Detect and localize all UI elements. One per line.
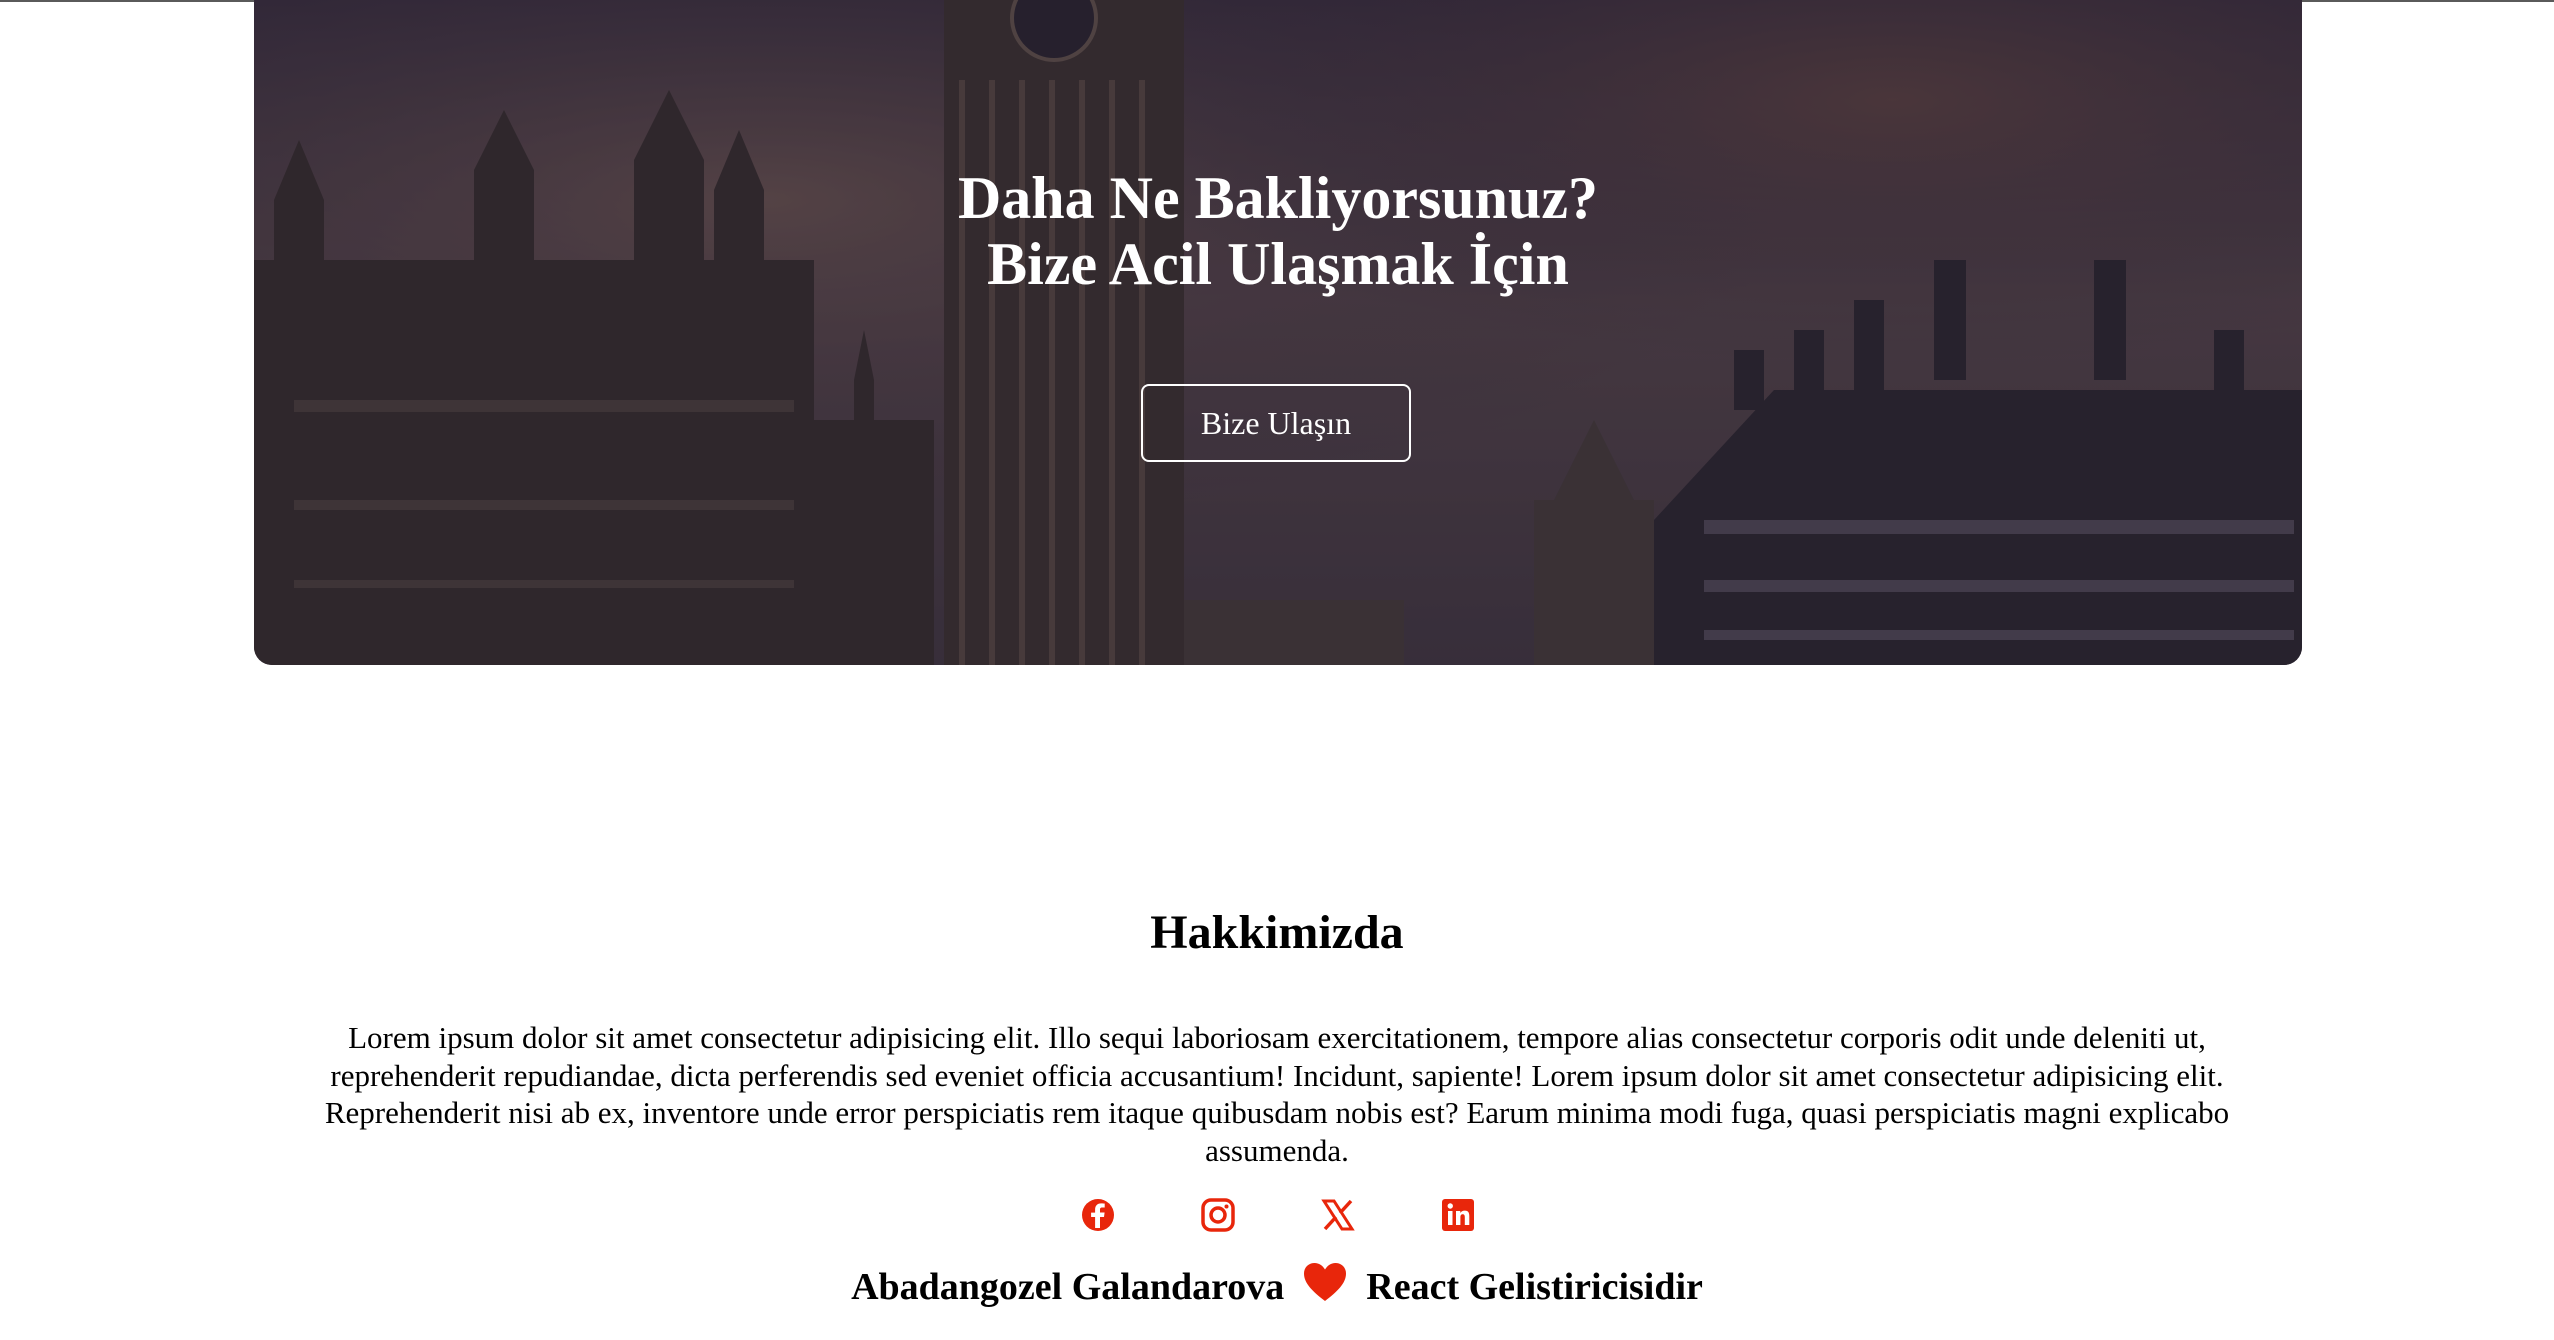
x-link[interactable] — [1318, 1195, 1358, 1235]
about-section: Hakkimizda Lorem ipsum dolor sit amet co… — [0, 905, 2554, 1169]
hero-background-image — [254, 0, 2302, 665]
about-body: Lorem ipsum dolor sit amet consectetur a… — [324, 1020, 2230, 1168]
instagram-link[interactable] — [1198, 1195, 1238, 1235]
social-links — [0, 1195, 2554, 1235]
x-icon — [1321, 1199, 1355, 1231]
author-name: Abadangozel Galandarova — [851, 1266, 1285, 1308]
hero-title-line-1: Daha Ne Bakliyorsunuz? — [957, 165, 1599, 231]
contact-us-button[interactable]: Bize Ulaşın — [1141, 384, 1411, 462]
facebook-link[interactable] — [1078, 1195, 1118, 1235]
linkedin-link[interactable] — [1438, 1195, 1478, 1235]
author-role: React Gelistiricisidir — [1366, 1266, 1703, 1308]
facebook-icon — [1082, 1199, 1114, 1231]
about-heading: Hakkimizda — [1150, 906, 1404, 959]
hero-title-line-2: Bize Acil Ulaşmak İçin — [987, 231, 1569, 297]
linkedin-icon — [1442, 1199, 1474, 1231]
heart-icon — [1304, 1263, 1347, 1301]
hero-banner: Daha Ne Bakliyorsunuz? Bize Acil Ulaşmak… — [254, 0, 2302, 665]
instagram-icon — [1201, 1198, 1235, 1232]
footer-credit: Abadangozel Galandarova React Gelistirici… — [0, 1258, 2554, 1316]
hero-title: Daha Ne Bakliyorsunuz? Bize Acil Ulaşmak… — [254, 165, 2302, 297]
